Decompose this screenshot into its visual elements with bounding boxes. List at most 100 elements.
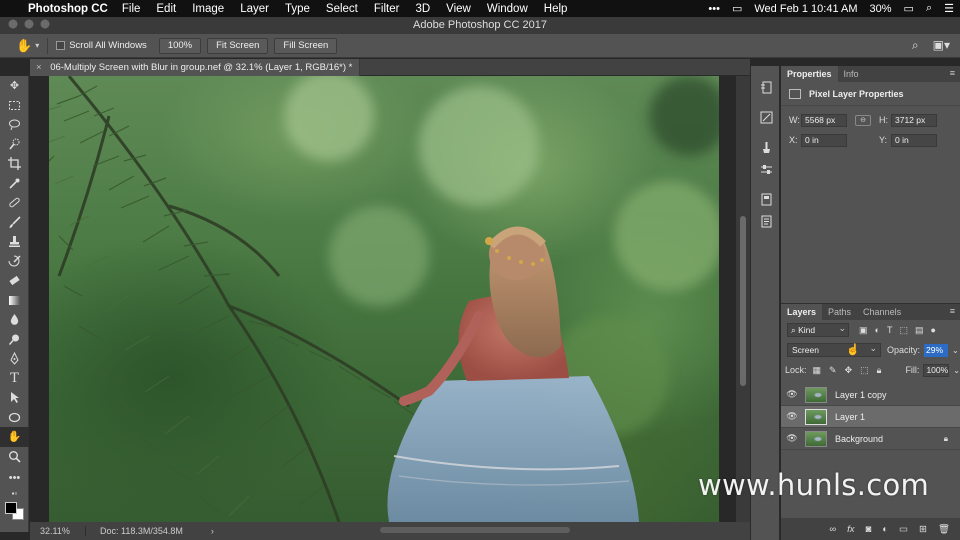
- layer-name[interactable]: Background: [835, 434, 883, 444]
- menu-view[interactable]: View: [446, 3, 471, 15]
- fit-screen-button[interactable]: Fit Screen: [207, 37, 269, 54]
- menu-3d[interactable]: 3D: [415, 3, 430, 15]
- layer-effects-icon[interactable]: fx: [847, 524, 854, 535]
- zoom-window-icon[interactable]: [40, 19, 50, 29]
- tab-properties[interactable]: Properties: [781, 66, 838, 82]
- filter-shape-icon[interactable]: ⬚: [899, 325, 908, 336]
- tab-paths[interactable]: Paths: [822, 304, 857, 320]
- gradient-icon[interactable]: [0, 291, 29, 311]
- lasso-icon[interactable]: [0, 115, 29, 135]
- layer-row-selected[interactable]: 👁︎ Layer 1: [781, 406, 960, 428]
- move-icon[interactable]: ✥: [0, 76, 29, 96]
- blend-mode-select[interactable]: Screen: [787, 342, 881, 357]
- menu-help[interactable]: Help: [544, 3, 568, 15]
- tool-preset-hand-icon[interactable]: ✋: [16, 38, 32, 54]
- tab-layers[interactable]: Layers: [781, 304, 823, 320]
- adjustments-sliders-icon[interactable]: [751, 158, 781, 180]
- status-menu-chevron-icon[interactable]: ›: [211, 526, 214, 536]
- scroll-all-windows-checkbox[interactable]: [56, 41, 66, 50]
- lock-position-icon[interactable]: ✥: [845, 365, 853, 376]
- new-group-icon[interactable]: ▭: [899, 524, 908, 535]
- brush-settings-icon[interactable]: [751, 106, 781, 128]
- zoom-level[interactable]: 32.11%: [30, 526, 86, 536]
- menu-type[interactable]: Type: [285, 3, 310, 15]
- new-layer-icon[interactable]: ⊞: [919, 524, 927, 535]
- delete-layer-icon[interactable]: 🗑︎: [938, 524, 950, 535]
- visibility-eye-icon[interactable]: 👁︎: [781, 433, 803, 444]
- lock-transparent-icon[interactable]: ▦: [813, 365, 822, 376]
- dodge-icon[interactable]: [0, 330, 29, 350]
- display-icon[interactable]: ▭: [732, 2, 742, 15]
- crop-icon[interactable]: [0, 154, 29, 174]
- battery-icon[interactable]: ▭: [904, 2, 914, 15]
- lock-artboard-icon[interactable]: ⬚: [860, 365, 869, 376]
- kind-filter-select[interactable]: ⌕ Kind: [787, 322, 849, 337]
- brush-icon[interactable]: [0, 213, 29, 233]
- battery-percent[interactable]: 30%: [870, 3, 892, 15]
- eraser-icon[interactable]: [0, 271, 29, 291]
- menu-window[interactable]: Window: [487, 3, 528, 15]
- default-colors-icon[interactable]: ▪▫: [0, 488, 29, 500]
- notification-center-icon[interactable]: ☰: [944, 2, 954, 15]
- fill-chevron-down-icon[interactable]: ⌄: [953, 366, 960, 375]
- hand-icon[interactable]: ✋: [0, 427, 29, 447]
- vertical-scrollbar[interactable]: [736, 76, 750, 522]
- history-brush-icon[interactable]: [0, 252, 29, 272]
- blur-icon[interactable]: [0, 310, 29, 330]
- document-canvas[interactable]: [30, 76, 736, 522]
- menu-layer[interactable]: Layer: [240, 3, 269, 15]
- spotlight-search-icon[interactable]: ⌕: [926, 2, 932, 15]
- vertical-scroll-thumb[interactable]: [740, 216, 746, 386]
- fill-field[interactable]: 100%: [923, 363, 950, 377]
- foreground-color-swatch[interactable]: [5, 501, 17, 514]
- minimize-window-icon[interactable]: [24, 19, 34, 29]
- panel-menu-icon[interactable]: ≡: [950, 68, 955, 78]
- layer-row[interactable]: 👁︎ Layer 1 copy: [781, 384, 960, 406]
- filter-type-icon[interactable]: T: [887, 325, 893, 336]
- stamp-icon[interactable]: [0, 232, 29, 252]
- more-tools-icon[interactable]: •••: [0, 468, 29, 488]
- more-icon[interactable]: •••: [708, 3, 720, 15]
- app-menu[interactable]: Photoshop CC: [28, 3, 108, 15]
- visibility-eye-icon[interactable]: 👁︎: [781, 411, 803, 422]
- zoom-icon[interactable]: [0, 447, 29, 467]
- width-field[interactable]: 5568 px: [801, 113, 847, 127]
- opacity-field[interactable]: 29%: [924, 343, 949, 357]
- lock-pixels-icon[interactable]: ✎: [829, 365, 837, 376]
- layer-name[interactable]: Layer 1: [835, 412, 865, 422]
- tab-channels[interactable]: Channels: [857, 304, 907, 320]
- notes-icon[interactable]: [751, 210, 781, 232]
- document-tab[interactable]: × 06-Multiply Screen with Blur in group.…: [30, 59, 360, 76]
- marquee-icon[interactable]: [0, 96, 29, 116]
- clock[interactable]: Wed Feb 1 10:41 AM: [754, 3, 857, 15]
- quick-select-icon[interactable]: [0, 135, 29, 155]
- link-layers-icon[interactable]: ∞: [829, 524, 836, 535]
- menu-image[interactable]: Image: [192, 3, 224, 15]
- filter-smart-object-icon[interactable]: ▤: [915, 325, 924, 336]
- eyedropper-icon[interactable]: [0, 174, 29, 194]
- menu-select[interactable]: Select: [326, 3, 358, 15]
- search-icon[interactable]: ⌕: [912, 38, 919, 53]
- path-select-icon[interactable]: [0, 388, 29, 408]
- close-tab-icon[interactable]: ×: [36, 62, 42, 73]
- visibility-eye-icon[interactable]: 👁︎: [781, 389, 803, 400]
- layers-panel-menu-icon[interactable]: ≡: [950, 306, 955, 316]
- libraries-icon[interactable]: [751, 188, 781, 210]
- link-dimensions-icon[interactable]: ⊖: [855, 114, 871, 126]
- menu-filter[interactable]: Filter: [374, 3, 400, 15]
- x-field[interactable]: 0 in: [801, 133, 847, 147]
- tab-info[interactable]: Info: [838, 66, 865, 82]
- add-mask-icon[interactable]: ◙: [865, 524, 871, 535]
- foreground-background-colors[interactable]: [0, 500, 28, 524]
- shape-icon[interactable]: [0, 408, 29, 428]
- menu-file[interactable]: File: [122, 3, 141, 15]
- filter-pixel-icon[interactable]: ▣: [859, 325, 868, 336]
- pen-icon[interactable]: [0, 349, 29, 369]
- zoom-100-button[interactable]: 100%: [158, 37, 202, 54]
- filter-adjustment-icon[interactable]: ◐: [875, 325, 880, 336]
- chevron-down-icon[interactable]: ▾: [35, 41, 39, 50]
- brushes-icon[interactable]: [751, 136, 781, 158]
- layer-name[interactable]: Layer 1 copy: [835, 390, 887, 400]
- type-icon[interactable]: T: [0, 369, 29, 389]
- opacity-chevron-down-icon[interactable]: ⌄: [952, 346, 959, 355]
